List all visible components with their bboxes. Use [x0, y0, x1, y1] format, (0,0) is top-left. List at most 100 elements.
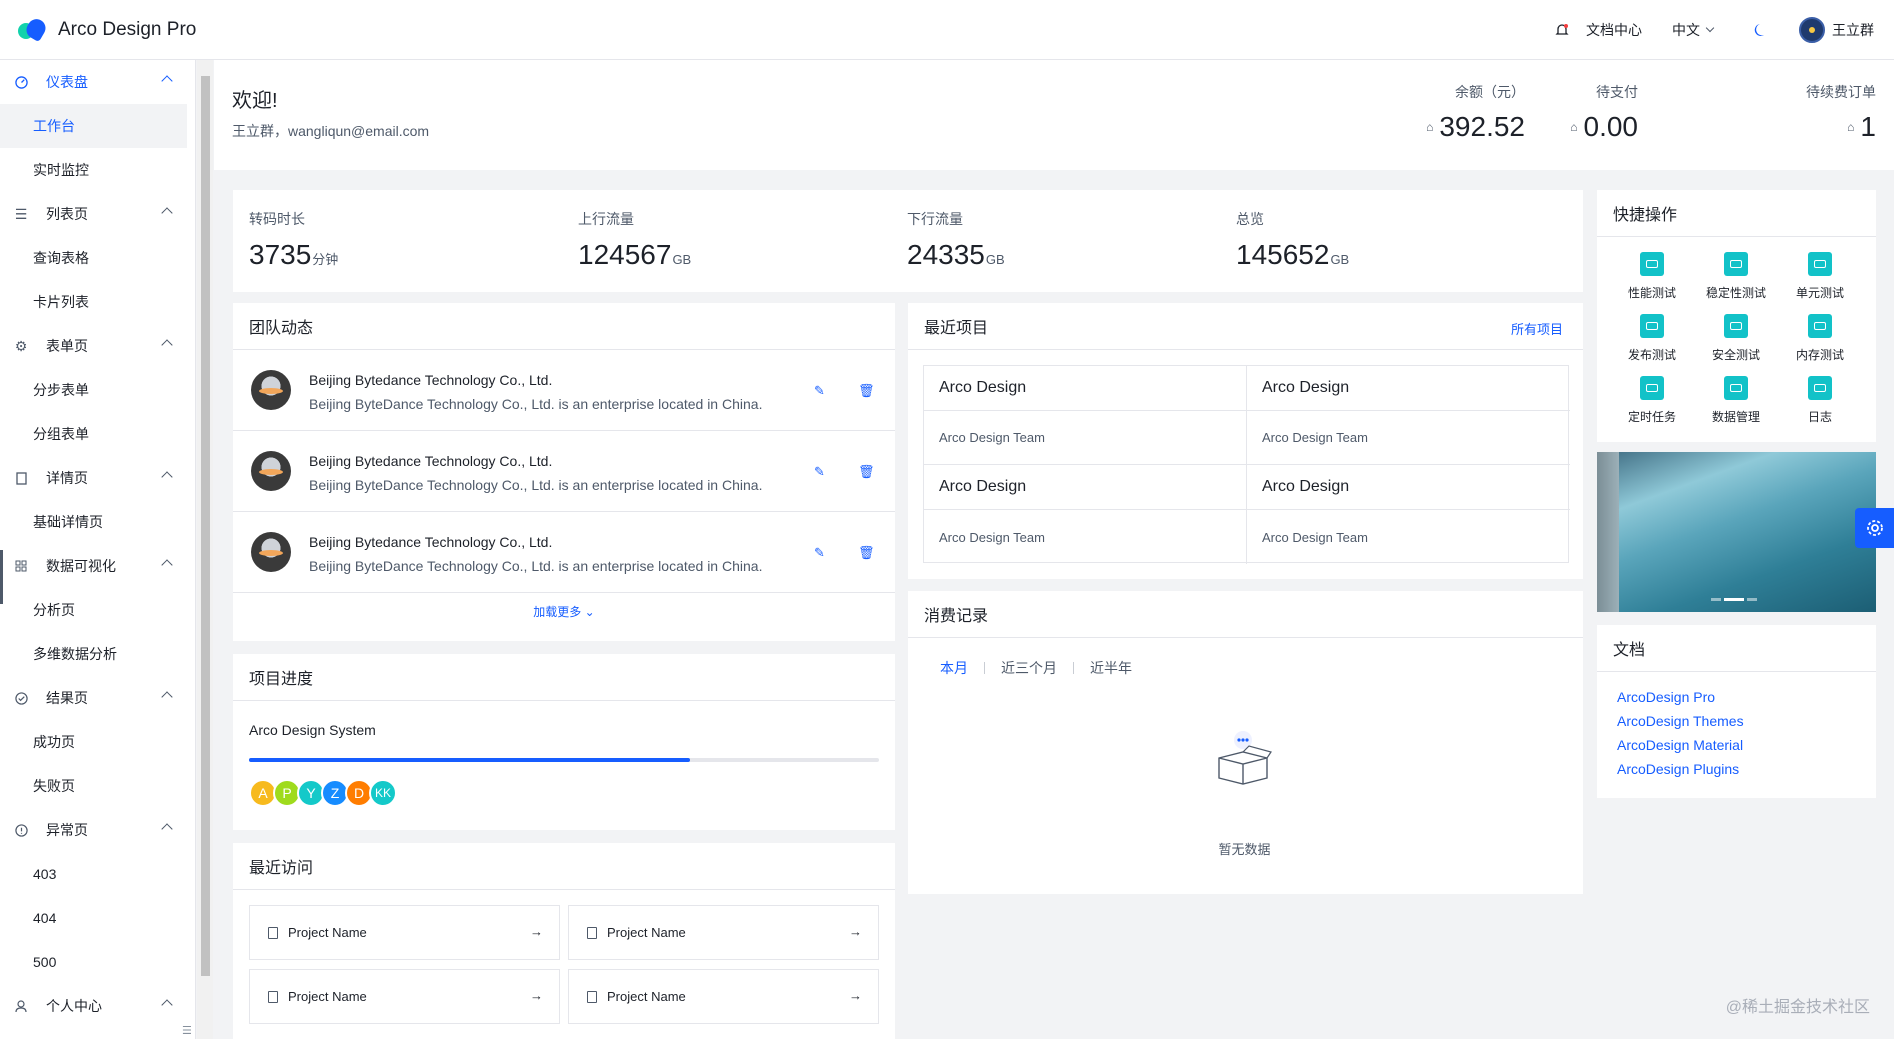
- team-name: Beijing Bytedance Technology Co., Ltd.: [309, 534, 553, 550]
- menu-item-404[interactable]: 404: [0, 896, 195, 940]
- chevron-up-icon: [161, 999, 173, 1011]
- menu-item-500[interactable]: 500: [0, 940, 195, 984]
- recent-visit-name: Project Name: [607, 989, 686, 1004]
- menu-group-profile[interactable]: 详情页: [0, 456, 195, 500]
- quick-op-label: 单元测试: [1795, 286, 1844, 300]
- tab-three-months[interactable]: 近三个月: [1001, 658, 1057, 678]
- overview-unit: GB: [672, 252, 692, 267]
- overview-label: 上行流量: [578, 211, 634, 227]
- menu-item-workplace[interactable]: 工作台: [0, 104, 187, 148]
- tab-half-year[interactable]: 近半年: [1090, 658, 1132, 678]
- menu-item-card-list[interactable]: 卡片列表: [0, 280, 195, 324]
- quick-op-performance[interactable]: 性能测试: [1617, 252, 1687, 301]
- user-name: 王立群: [1832, 22, 1874, 38]
- gear-icon: [1866, 520, 1883, 536]
- project-team: Arco Design Team: [1247, 411, 1570, 465]
- quick-op-release[interactable]: 发布测试: [1617, 314, 1687, 363]
- menu-group-visualization[interactable]: 数据可视化: [0, 544, 195, 588]
- overview-item: 上行流量 124567GB: [578, 209, 691, 271]
- consumption-title: 消费记录: [908, 591, 1583, 638]
- overview-value: 3735: [249, 239, 312, 270]
- menu-item-403[interactable]: 403: [0, 852, 195, 896]
- tool-icon: [1724, 252, 1748, 276]
- delete-icon[interactable]: 🗑: [858, 464, 875, 480]
- edit-icon[interactable]: ✎: [814, 383, 825, 399]
- file-icon: [268, 990, 278, 1003]
- notification-button[interactable]: [1555, 23, 1569, 37]
- top-navbar: Arco Design Pro 文档中心 中文 王立群: [0, 0, 1894, 60]
- menu-group-label: 表单页: [46, 338, 88, 354]
- project-team: Arco Design Team: [924, 510, 1247, 564]
- menu-group-dashboard[interactable]: 仪表盘: [0, 60, 195, 104]
- arrow-right-icon: →: [849, 924, 862, 939]
- docs-title: 文档: [1597, 625, 1876, 672]
- menu-group-result[interactable]: 结果页: [0, 676, 195, 720]
- menu-item-basic-profile[interactable]: 基础详情页: [0, 500, 195, 544]
- sidebar-scroll-thumb[interactable]: [201, 76, 210, 976]
- menu-item-step-form[interactable]: 分步表单: [0, 368, 195, 412]
- project-title[interactable]: Arco Design: [1247, 366, 1570, 411]
- quick-op-unit[interactable]: 单元测试: [1785, 252, 1855, 301]
- collapse-menu-icon[interactable]: ☰: [182, 1024, 192, 1037]
- settings-fab[interactable]: [1855, 508, 1894, 548]
- quick-op-log[interactable]: 日志: [1785, 376, 1855, 425]
- menu-group-exception[interactable]: 异常页: [0, 808, 195, 852]
- project-title[interactable]: Arco Design: [1247, 465, 1570, 510]
- edit-icon[interactable]: ✎: [814, 464, 825, 480]
- quick-ops-card: 快捷操作 性能测试 稳定性测试 单元测试 发布测试 安全测试 内存测试 定时任务…: [1597, 190, 1876, 442]
- quick-op-data[interactable]: 数据管理: [1701, 376, 1771, 425]
- overview-value: 24335: [907, 239, 985, 270]
- tool-icon: [1640, 314, 1664, 338]
- recent-visit-item[interactable]: Project Name →: [249, 969, 560, 1024]
- carousel-indicators[interactable]: [1711, 598, 1760, 601]
- menu-item-error[interactable]: 失败页: [0, 764, 195, 808]
- chevron-up-icon: [161, 559, 173, 571]
- project-title[interactable]: Arco Design: [924, 465, 1247, 510]
- consumption-tabs: 本月 近三个月 近半年: [940, 658, 1132, 678]
- quick-op-label: 日志: [1807, 410, 1832, 424]
- menu-item-analysis[interactable]: 分析页: [0, 588, 195, 632]
- doc-link-plugins[interactable]: ArcoDesign Plugins: [1617, 761, 1739, 777]
- all-projects-link[interactable]: 所有项目: [1511, 319, 1563, 338]
- project-title[interactable]: Arco Design: [924, 366, 1247, 411]
- doc-link-themes[interactable]: ArcoDesign Themes: [1617, 713, 1744, 729]
- edit-icon[interactable]: ✎: [814, 545, 825, 561]
- project-progress-title: 项目进度: [233, 654, 895, 701]
- tool-icon: [1808, 376, 1832, 400]
- empty-text: 暂无数据: [1218, 842, 1271, 857]
- quick-op-memory[interactable]: 内存测试: [1785, 314, 1855, 363]
- member-avatar[interactable]: KK: [369, 779, 397, 807]
- menu-item-success[interactable]: 成功页: [0, 720, 195, 764]
- menu-item-group-form[interactable]: 分组表单: [0, 412, 195, 456]
- recent-visit-item[interactable]: Project Name →: [568, 905, 879, 960]
- banner-carousel[interactable]: [1597, 452, 1876, 612]
- recent-visit-name: Project Name: [288, 989, 367, 1004]
- menu-group-form[interactable]: ⚙ 表单页: [0, 324, 195, 368]
- menu-item-multi-dimension[interactable]: 多维数据分析: [0, 632, 195, 676]
- tool-icon: [1640, 376, 1664, 400]
- logo[interactable]: Arco Design Pro: [18, 15, 196, 42]
- load-more-button[interactable]: 加载更多 ⌄: [233, 603, 895, 620]
- menu-item-search-table[interactable]: 查询表格: [0, 236, 195, 280]
- theme-toggle-button[interactable]: [1753, 22, 1769, 38]
- docs-center-link[interactable]: 文档中心: [1586, 20, 1642, 40]
- menu-group-list[interactable]: ☰ 列表页: [0, 192, 195, 236]
- doc-link-material[interactable]: ArcoDesign Material: [1617, 737, 1743, 753]
- recent-visit-item[interactable]: Project Name →: [568, 969, 879, 1024]
- quick-op-schedule[interactable]: 定时任务: [1617, 376, 1687, 425]
- chevron-up-icon: [161, 339, 173, 351]
- delete-icon[interactable]: 🗑: [858, 383, 875, 399]
- project-progress-card: 项目进度 Arco Design System A P Y Z D KK: [233, 654, 895, 830]
- tab-this-month[interactable]: 本月: [940, 658, 968, 678]
- menu-item-monitor[interactable]: 实时监控: [0, 148, 195, 192]
- menu-group-user[interactable]: 个人中心: [0, 984, 195, 1028]
- quick-op-stability[interactable]: 稳定性测试: [1701, 252, 1771, 301]
- quick-op-security[interactable]: 安全测试: [1701, 314, 1771, 363]
- doc-link-pro[interactable]: ArcoDesign Pro: [1617, 689, 1715, 705]
- language-select[interactable]: 中文: [1672, 20, 1715, 40]
- overview-value: 145652: [1236, 239, 1330, 270]
- user-menu[interactable]: 王立群: [1799, 17, 1874, 43]
- tool-icon: [1724, 314, 1748, 338]
- recent-visit-item[interactable]: Project Name →: [249, 905, 560, 960]
- delete-icon[interactable]: 🗑: [858, 545, 875, 561]
